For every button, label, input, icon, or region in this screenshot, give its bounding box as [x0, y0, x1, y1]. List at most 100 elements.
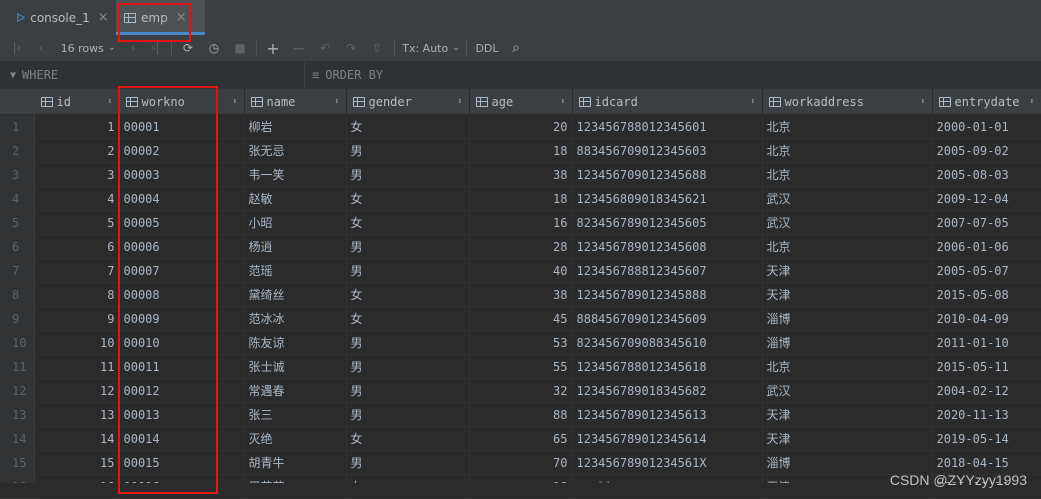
cell-gender[interactable]: 女 — [346, 186, 470, 211]
cell-entrydate[interactable]: 2000-01-01 — [932, 114, 1041, 139]
row-number[interactable]: 13 — [0, 402, 35, 427]
cell-idcard[interactable]: 123456788012345601 — [572, 114, 763, 139]
row-number[interactable]: 5 — [0, 210, 35, 235]
sort-toggle-icon[interactable]: ⬍ — [920, 97, 925, 107]
cell-age[interactable]: 38 — [469, 162, 573, 187]
cell-gender[interactable]: 女 — [346, 426, 470, 451]
cell-workaddress[interactable]: 天津 — [762, 258, 933, 283]
tab-console-1[interactable]: ᐅ console_1 × — [8, 0, 117, 35]
search-icon[interactable]: ⌕ — [506, 35, 526, 61]
cell-gender[interactable]: 女 — [346, 282, 470, 307]
cell-name[interactable]: 张无忌 — [244, 138, 347, 163]
row-number[interactable]: 1 — [0, 114, 35, 139]
cell-workaddress[interactable]: 武汉 — [762, 186, 933, 211]
cell-name[interactable]: 范冰冰 — [244, 306, 347, 331]
cell-entrydate[interactable]: 2010-04-09 — [932, 306, 1041, 331]
cell-workaddress[interactable]: 淄博 — [762, 450, 933, 475]
close-icon[interactable]: × — [98, 10, 109, 25]
cell-id[interactable]: 8 — [34, 282, 120, 307]
submit-icon[interactable]: ⇧ — [368, 35, 386, 61]
cell-name[interactable]: 张士诚 — [244, 354, 347, 379]
table-row[interactable]: 7 7 00007 范瑶男 40 123456788812345607 天津 2005-05-… — [0, 258, 1041, 283]
cell-name[interactable]: 赵敏 — [244, 186, 347, 211]
cell-idcard[interactable]: 883456709012345603 — [572, 138, 763, 163]
row-number[interactable]: 10 — [0, 330, 35, 355]
cell-name[interactable]: 灭绝 — [244, 426, 347, 451]
cell-id[interactable]: 15 — [34, 450, 120, 475]
cell-age[interactable]: 55 — [469, 354, 573, 379]
cell-workno[interactable]: 00009 — [119, 306, 245, 331]
cell-age[interactable]: 88 — [469, 402, 573, 427]
cell-id[interactable]: 11 — [34, 354, 120, 379]
cell-name[interactable]: 常遇春 — [244, 378, 347, 403]
cell-gender[interactable]: 男 — [346, 162, 470, 187]
cell-gender[interactable]: 男 — [346, 402, 470, 427]
cell-id[interactable]: 7 — [34, 258, 120, 283]
cell-age[interactable]: 18 — [469, 138, 573, 163]
first-page-icon[interactable]: |‹ — [8, 35, 26, 61]
cell-entrydate[interactable]: 2004-02-12 — [932, 378, 1041, 403]
row-number[interactable]: 2 — [0, 138, 35, 163]
table-row[interactable]: 11 11 00011 张士诚男 55 123456788012345618 北京 2015-… — [0, 354, 1041, 379]
table-row[interactable]: 6 6 00006 杨逍男 28 123456789012345608 北京 2006-01-… — [0, 234, 1041, 259]
cell-name[interactable]: 胡青牛 — [244, 450, 347, 475]
cell-age[interactable]: 18 — [469, 186, 573, 211]
next-page-icon[interactable]: › — [124, 35, 142, 61]
column-header-id[interactable]: id ⬍ — [34, 89, 120, 115]
table-row[interactable]: 15 15 00015 胡青牛男 70 12345678901234561X 淄博 2018-… — [0, 450, 1041, 475]
stop-icon[interactable]: ■ — [231, 35, 249, 61]
cell-entrydate[interactable]: 2020-11-13 — [932, 402, 1041, 427]
cell-name[interactable]: 范瑶 — [244, 258, 347, 283]
cell-gender[interactable]: 男 — [346, 138, 470, 163]
cell-idcard[interactable]: 123456789012345888 — [572, 282, 763, 307]
sort-toggle-icon[interactable]: ⬍ — [107, 97, 112, 107]
tab-emp[interactable]: emp × — [116, 0, 205, 35]
row-number[interactable]: 3 — [0, 162, 35, 187]
cell-age[interactable]: 53 — [469, 330, 573, 355]
refresh-icon[interactable]: ⟳ — [179, 35, 197, 61]
column-header-idcard[interactable]: idcard ⬍ — [572, 89, 763, 115]
cell-workno[interactable]: 00013 — [119, 402, 245, 427]
cell-entrydate[interactable]: 2018-04-15 — [932, 450, 1041, 475]
column-header-workaddress[interactable]: workaddress ⬍ — [762, 89, 933, 115]
table-row[interactable]: 9 9 00009 范冰冰女 45 888456709012345609 淄博 2010-04… — [0, 306, 1041, 331]
cell-id[interactable]: 1 — [34, 114, 120, 139]
cell-entrydate[interactable]: 2015-05-08 — [932, 282, 1041, 307]
previous-page-icon[interactable]: ‹ — [32, 35, 50, 61]
cell-entrydate[interactable]: 2011-01-10 — [932, 330, 1041, 355]
row-number[interactable]: 14 — [0, 426, 35, 451]
cell-entrydate[interactable]: 2005-08-03 — [932, 162, 1041, 187]
cell-workno[interactable]: 00010 — [119, 330, 245, 355]
add-row-icon[interactable]: + — [264, 35, 282, 61]
row-number[interactable]: 9 — [0, 306, 35, 331]
cell-gender[interactable]: 男 — [346, 354, 470, 379]
cell-gender[interactable]: 男 — [346, 330, 470, 355]
column-header-entrydate[interactable]: entrydate ⬍ — [932, 89, 1041, 115]
cell-workno[interactable]: 00007 — [119, 258, 245, 283]
cell-id[interactable]: 14 — [34, 426, 120, 451]
sort-toggle-icon[interactable]: ⬍ — [750, 97, 755, 107]
cell-id[interactable]: 4 — [34, 186, 120, 211]
cell-entrydate[interactable]: 2009-12-04 — [932, 186, 1041, 211]
cell-id[interactable]: 13 — [34, 402, 120, 427]
sort-toggle-icon[interactable]: ⬍ — [334, 97, 339, 107]
cell-idcard[interactable]: 123456789012345614 — [572, 426, 763, 451]
table-row[interactable]: 5 5 00005 小昭女 16 823456789012345605 武汉 2007-07-… — [0, 210, 1041, 235]
cell-age[interactable]: 32 — [469, 378, 573, 403]
cell-gender[interactable]: 女 — [346, 306, 470, 331]
table-row[interactable]: 14 14 00014 灭绝女 65 123456789012345614 天津 2019-0… — [0, 426, 1041, 451]
table-row[interactable]: 1 1 00001 柳岩女 20 123456788012345601 北京 2000-01-… — [0, 114, 1041, 139]
row-count-dropdown[interactable]: 16 rows ⌄ — [58, 35, 118, 61]
sort-toggle-icon[interactable]: ⬍ — [560, 97, 565, 107]
cell-workaddress[interactable]: 淄博 — [762, 306, 933, 331]
cell-entrydate[interactable]: 2007-07-05 — [932, 210, 1041, 235]
cell-workaddress[interactable]: 北京 — [762, 138, 933, 163]
column-header-name[interactable]: name ⬍ — [244, 89, 347, 115]
table-row[interactable]: 3 3 00003 韦一笑男 38 123456709012345688 北京 2005-08… — [0, 162, 1041, 187]
cell-workno[interactable]: 00008 — [119, 282, 245, 307]
cell-age[interactable]: 20 — [469, 114, 573, 139]
cell-idcard[interactable]: 123456789018345682 — [572, 378, 763, 403]
cell-workaddress[interactable]: 天津 — [762, 282, 933, 307]
cell-workaddress[interactable]: 北京 — [762, 234, 933, 259]
row-number[interactable]: 4 — [0, 186, 35, 211]
